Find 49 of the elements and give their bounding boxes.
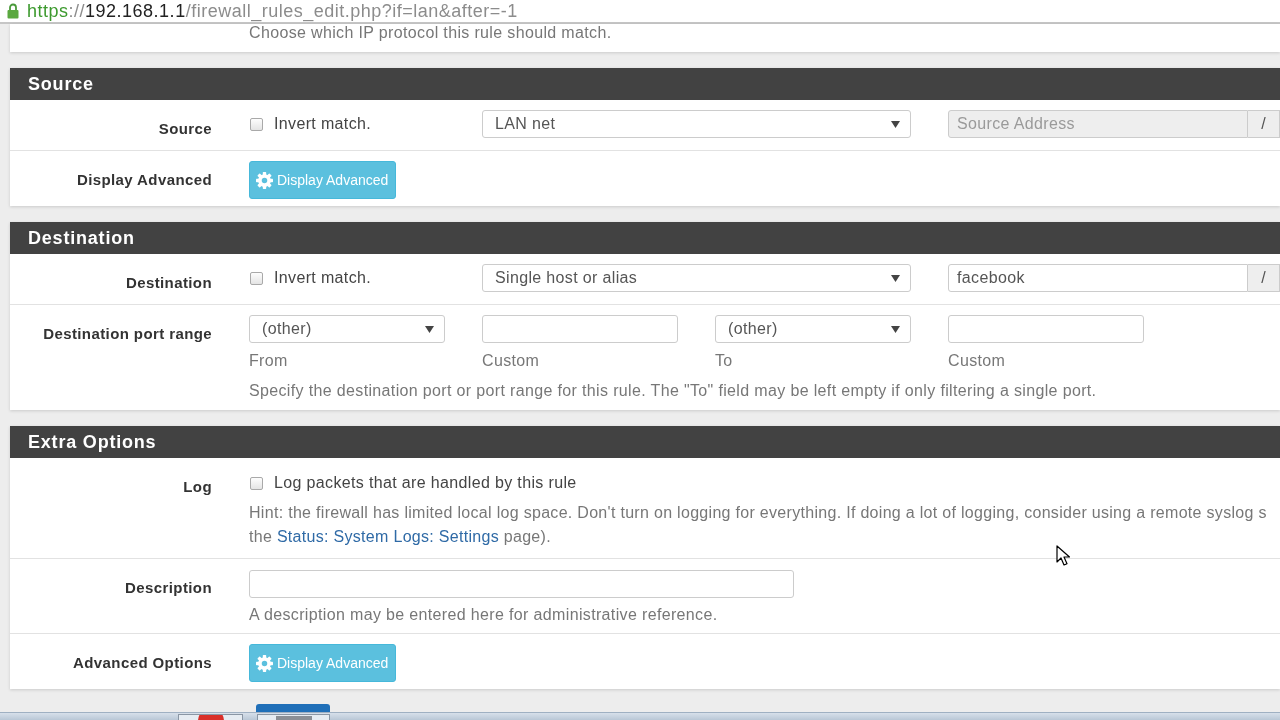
lock-icon: [7, 3, 19, 19]
taskbar-button[interactable]: [178, 714, 243, 720]
window-icon: [275, 716, 312, 720]
dropdown[interactable]: (other): [715, 315, 911, 343]
field-caption: To: [715, 352, 733, 370]
checkbox[interactable]: [250, 271, 263, 285]
caret-icon: [891, 120, 900, 128]
mask-addon: /: [1248, 264, 1280, 292]
gear-icon: [256, 654, 273, 672]
help-text: Choose which IP protocol this rule should match.: [249, 24, 612, 42]
app-icon: [195, 715, 226, 720]
field-label: Description: [125, 579, 212, 596]
section-title: Extra Options: [28, 431, 157, 453]
checkbox[interactable]: [250, 476, 263, 490]
field-caption: Custom: [948, 352, 1006, 370]
field-label: Source: [158, 120, 212, 137]
help-text: A description may be entered here for administrative reference.: [249, 606, 719, 624]
dropdown[interactable]: Single host or alias: [482, 264, 911, 292]
settings-link[interactable]: Status: System Logs: Settings: [276, 528, 500, 545]
field-label: Advanced Options: [73, 654, 212, 671]
address-bar[interactable]: https://192.168.1.1/firewall_rules_edit.php?if=lan&after=-1: [0, 0, 1280, 24]
field-label: Log: [183, 478, 212, 495]
taskbar-button[interactable]: [257, 714, 330, 720]
cursor-icon: [1056, 545, 1070, 567]
hint-text: Hint: the firewall has limited local log space. Don't turn on logging for everything. If doing a lot of logging, consider using a remote syslog s the Status: System Logs: Settings page).: [249, 503, 1268, 547]
caret-icon: [425, 325, 434, 333]
checkbox-label: Invert match.: [274, 115, 372, 133]
input-field[interactable]: facebook: [948, 264, 1248, 292]
mask-addon: /: [1248, 110, 1280, 138]
caret-icon: [891, 274, 900, 282]
url-text: https://192.168.1.1/firewall_rules_edit.php?if=lan&after=-1: [27, 1, 518, 21]
section-title: Destination: [28, 227, 135, 249]
field-label: Destination port range: [43, 325, 212, 342]
section-title: Source: [28, 73, 94, 95]
field-caption: Custom: [482, 352, 540, 370]
input-field[interactable]: [948, 315, 1144, 343]
caret-icon: [891, 325, 900, 333]
checkbox-label: Log packets that are handled by this rule: [274, 474, 577, 492]
field-label: Destination: [125, 274, 212, 291]
input-field[interactable]: [249, 570, 794, 598]
checkbox-label: Invert match.: [274, 269, 372, 287]
input-field[interactable]: [482, 315, 678, 343]
checkbox[interactable]: [250, 117, 263, 131]
dropdown[interactable]: LAN net: [482, 110, 911, 138]
field-caption: From: [249, 352, 288, 370]
field-label: Display Advanced: [76, 171, 212, 188]
gear-icon: [256, 171, 273, 189]
help-text: Specify the destination port or port range for this rule. The "To" field may be left empty if only filtering a single port.: [249, 382, 1098, 400]
dropdown[interactable]: (other): [249, 315, 445, 343]
